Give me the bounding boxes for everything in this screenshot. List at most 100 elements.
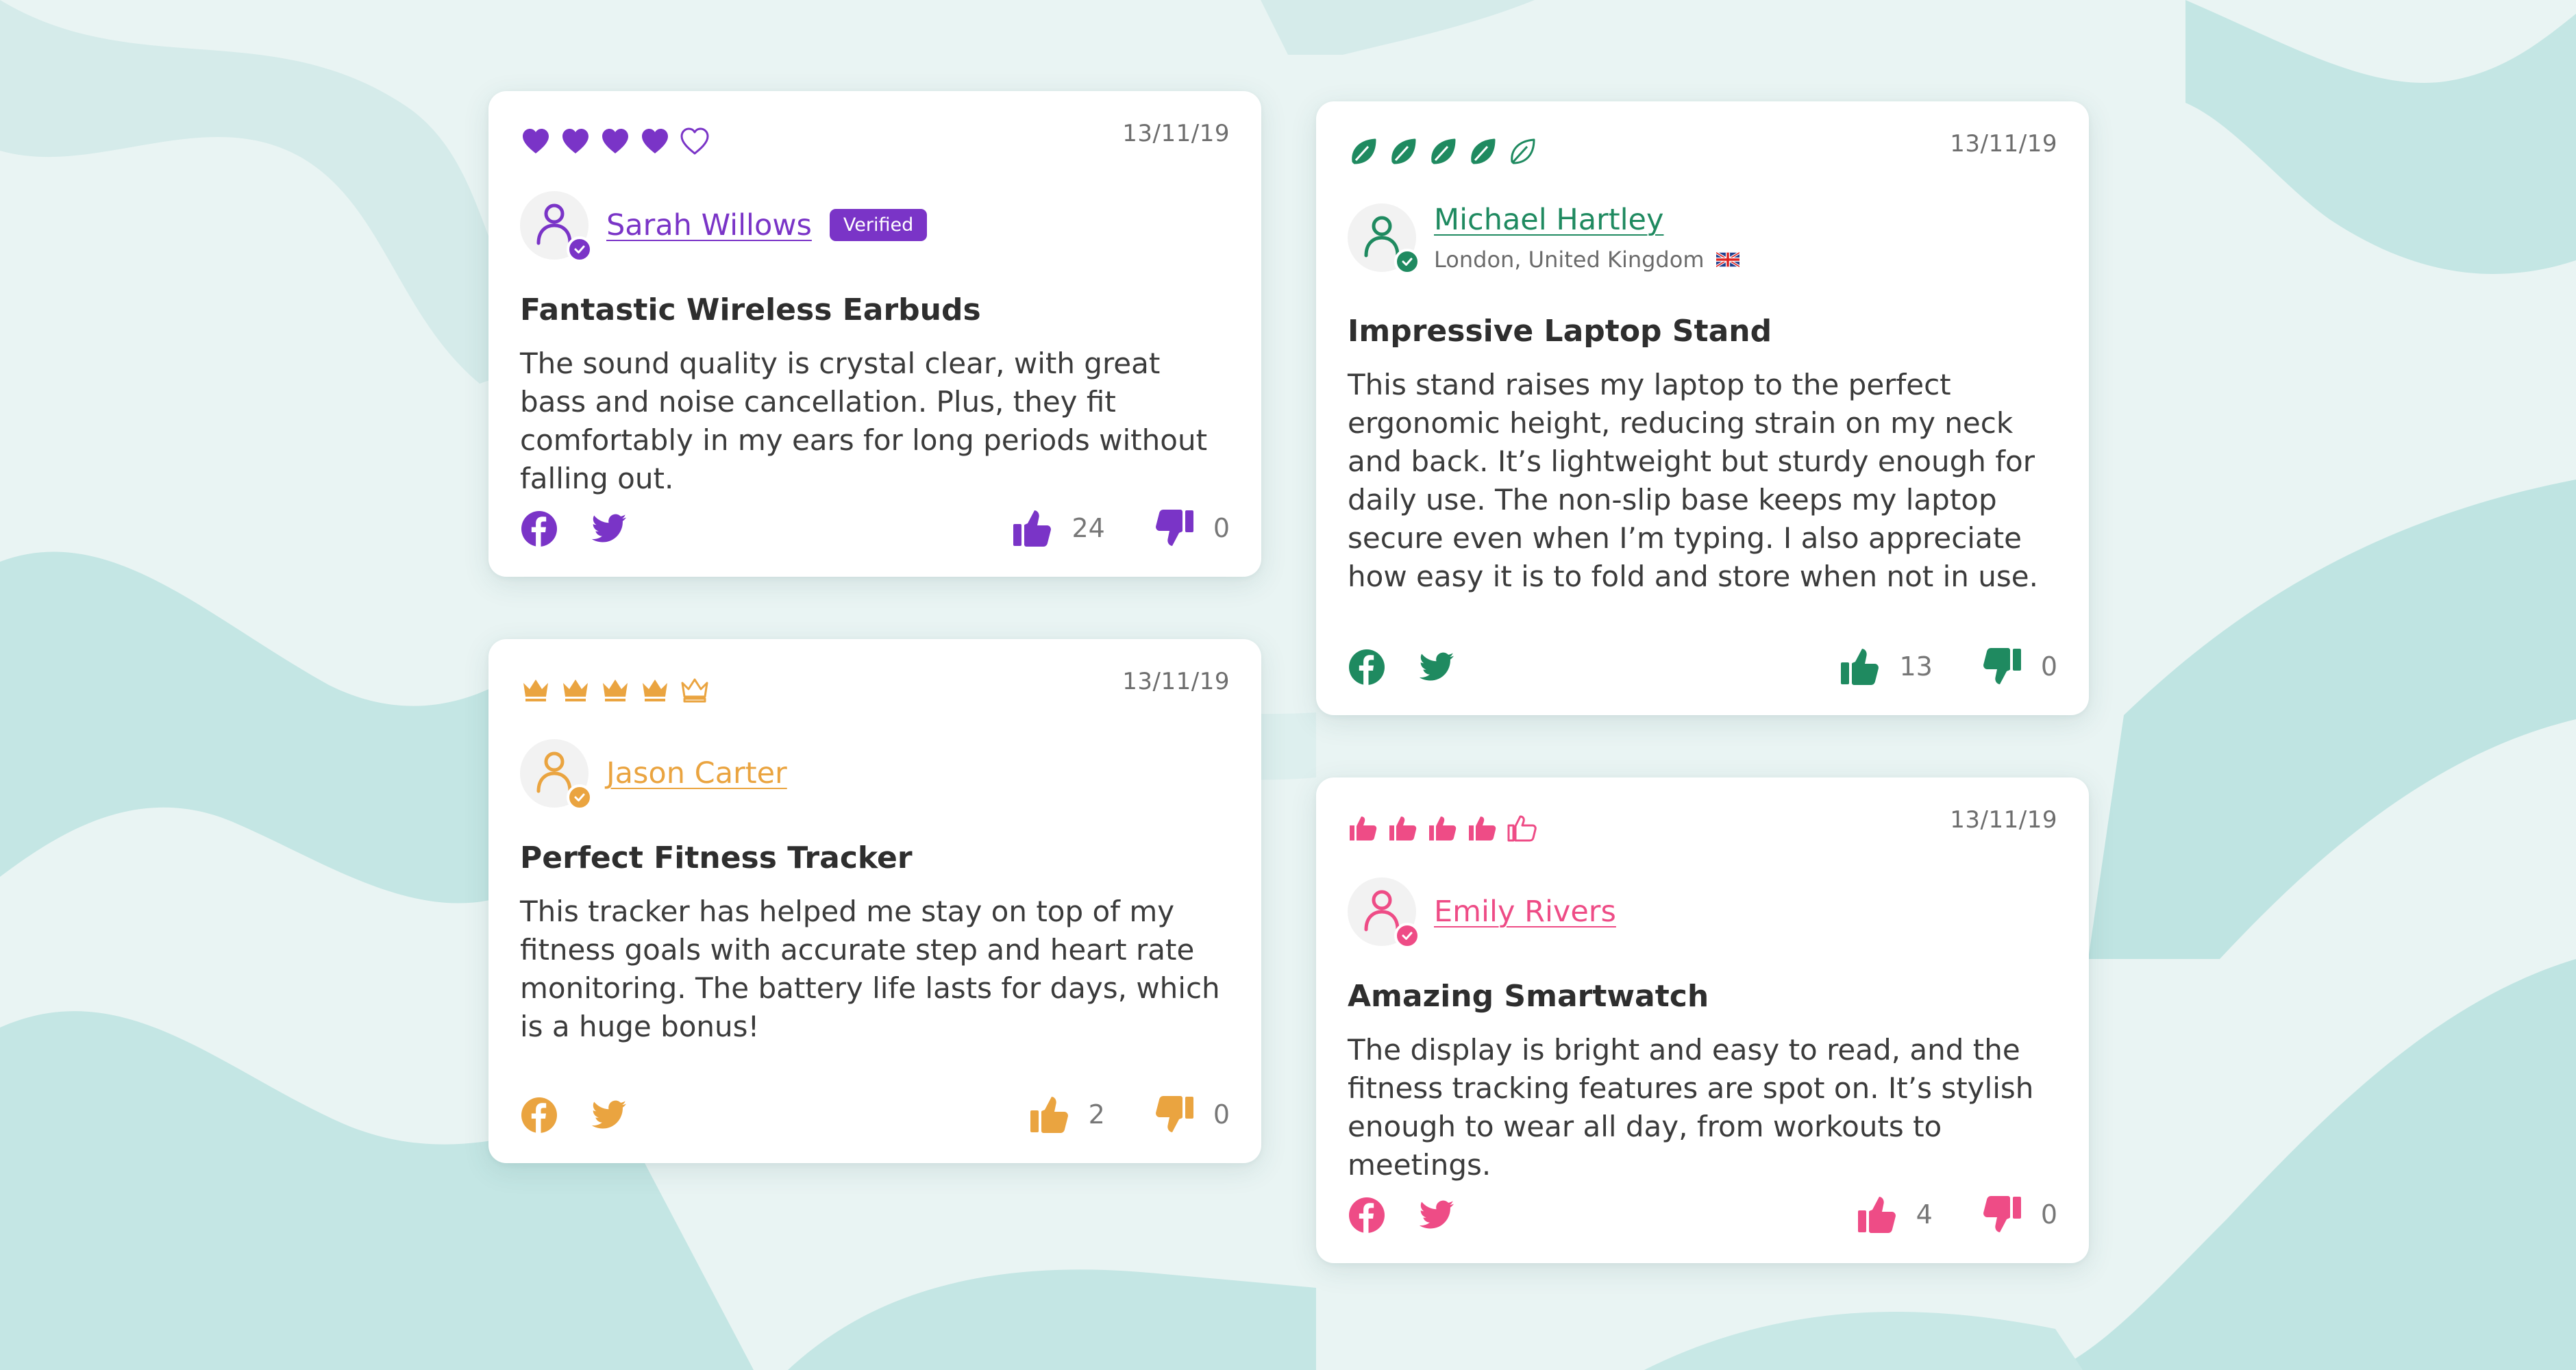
avatar bbox=[1348, 877, 1420, 949]
vote-controls: 13 0 bbox=[1839, 645, 2057, 688]
heart-icon bbox=[562, 129, 589, 153]
review-date: 13/11/19 bbox=[1950, 130, 2057, 158]
rating-leaves bbox=[1348, 129, 1538, 174]
crown-icon bbox=[643, 680, 667, 701]
review-date: 13/11/19 bbox=[1950, 806, 2057, 834]
twitter-icon[interactable] bbox=[1417, 648, 1456, 686]
thumbs-up-icon bbox=[1857, 1197, 1896, 1233]
facebook-icon[interactable] bbox=[520, 1096, 558, 1134]
crown-icon bbox=[563, 680, 588, 701]
facebook-icon[interactable] bbox=[1348, 648, 1386, 686]
upvote-count: 24 bbox=[1072, 513, 1105, 543]
review-body: This stand raises my laptop to the perfe… bbox=[1348, 368, 2038, 593]
thumbs-up-icon bbox=[1350, 817, 1377, 840]
thumbs-up-icon bbox=[1469, 817, 1496, 840]
share-links bbox=[1348, 648, 1456, 686]
review-body: The sound quality is crystal clear, with… bbox=[520, 347, 1208, 495]
facebook-icon[interactable] bbox=[520, 510, 558, 548]
share-links bbox=[520, 510, 628, 548]
verified-check-icon bbox=[567, 236, 593, 262]
downvote-button[interactable]: 0 bbox=[1981, 645, 2057, 688]
downvote-count: 0 bbox=[1213, 513, 1230, 543]
location-text: London, United Kingdom bbox=[1434, 247, 1705, 273]
review-body: This tracker has helped me stay on top o… bbox=[520, 895, 1220, 1043]
heart-icon bbox=[523, 129, 549, 153]
twitter-icon[interactable] bbox=[590, 510, 628, 548]
user-icon bbox=[1364, 216, 1400, 258]
review-card: 13/11/19 Emily Rivers Amazing Smartwatch… bbox=[1316, 777, 2089, 1263]
thumbs-up-icon bbox=[1030, 1097, 1068, 1133]
thumbs-up-icon bbox=[1389, 817, 1417, 840]
crown-icon bbox=[681, 678, 708, 703]
thumbs-down-icon bbox=[1983, 1196, 2021, 1232]
author-name-link[interactable]: Sarah Willows bbox=[606, 208, 812, 242]
author-row: Jason Carter bbox=[520, 739, 787, 810]
heart-icon bbox=[642, 129, 668, 153]
upvote-count: 4 bbox=[1916, 1199, 1933, 1230]
review-card: 13/11/19 Sarah Willows Verified Fantastic… bbox=[488, 91, 1261, 577]
verified-check-icon bbox=[567, 784, 593, 810]
review-body: The display is bright and easy to read, … bbox=[1348, 1033, 2034, 1182]
review-title: Perfect Fitness Tracker bbox=[520, 840, 913, 875]
vote-controls: 24 0 bbox=[1011, 507, 1230, 549]
vote-controls: 2 0 bbox=[1028, 1093, 1230, 1136]
leaf-icon bbox=[1391, 138, 1416, 164]
author-name-link[interactable]: Emily Rivers bbox=[1434, 895, 1616, 929]
author-row: Emily Rivers bbox=[1348, 877, 1616, 949]
author-location: London, United Kingdom bbox=[1434, 247, 1740, 273]
thumbs-up-icon bbox=[1507, 815, 1537, 842]
share-links bbox=[1348, 1196, 1456, 1234]
review-date: 13/11/19 bbox=[1122, 120, 1230, 147]
crown-icon bbox=[603, 680, 628, 701]
downvote-count: 0 bbox=[1213, 1099, 1230, 1130]
downvote-button[interactable]: 0 bbox=[1153, 1093, 1230, 1136]
review-title: Fantastic Wireless Earbuds bbox=[520, 292, 981, 327]
rating-crowns bbox=[520, 667, 710, 712]
thumbs-up-icon bbox=[1013, 510, 1052, 547]
user-icon bbox=[536, 751, 572, 793]
heart-icon bbox=[680, 127, 709, 155]
share-links bbox=[520, 1096, 628, 1134]
upvote-button[interactable]: 2 bbox=[1028, 1093, 1153, 1136]
user-icon bbox=[536, 203, 572, 245]
downvote-count: 0 bbox=[2040, 1199, 2057, 1230]
leaf-icon bbox=[1511, 138, 1535, 164]
verified-check-icon bbox=[1394, 923, 1420, 949]
heart-icon bbox=[602, 129, 628, 153]
leaf-icon bbox=[1431, 138, 1456, 164]
thumbs-down-icon bbox=[1983, 648, 2021, 684]
thumbs-up-icon bbox=[1841, 649, 1879, 685]
upvote-button[interactable]: 24 bbox=[1011, 507, 1152, 549]
review-title: Impressive Laptop Stand bbox=[1348, 314, 1772, 349]
review-date: 13/11/19 bbox=[1122, 668, 1230, 695]
author-name-link[interactable]: Michael Hartley bbox=[1434, 203, 1663, 237]
uk-flag-icon bbox=[1716, 252, 1740, 267]
author-row: Michael Hartley London, United Kingdom bbox=[1348, 203, 1740, 275]
review-card: 13/11/19 Jason Carter Perfect Fitness Tr… bbox=[488, 639, 1261, 1163]
review-card: 13/11/19 Michael Hartley London, United … bbox=[1316, 101, 2089, 715]
downvote-button[interactable]: 0 bbox=[1981, 1193, 2057, 1236]
twitter-icon[interactable] bbox=[1417, 1196, 1456, 1234]
facebook-icon[interactable] bbox=[1348, 1196, 1386, 1234]
thumbs-down-icon bbox=[1155, 510, 1193, 546]
rating-hearts bbox=[520, 119, 710, 164]
author-name-link[interactable]: Jason Carter bbox=[606, 756, 787, 790]
vote-controls: 4 0 bbox=[1856, 1193, 2057, 1236]
leaf-icon bbox=[1352, 138, 1376, 164]
downvote-button[interactable]: 0 bbox=[1153, 507, 1230, 549]
upvote-button[interactable]: 13 bbox=[1839, 645, 1980, 688]
twitter-icon[interactable] bbox=[590, 1096, 628, 1134]
wavy-background bbox=[0, 0, 2576, 1370]
leaf-icon bbox=[1471, 138, 1496, 164]
verified-check-icon bbox=[1394, 249, 1420, 275]
author-row: Sarah Willows Verified bbox=[520, 191, 928, 262]
avatar bbox=[520, 739, 593, 810]
rating-thumbs bbox=[1348, 805, 1538, 850]
review-title: Amazing Smartwatch bbox=[1348, 979, 1709, 1014]
downvote-count: 0 bbox=[2040, 651, 2057, 682]
crown-icon bbox=[523, 680, 548, 701]
thumbs-down-icon bbox=[1155, 1096, 1193, 1132]
verified-badge: Verified bbox=[829, 209, 928, 241]
upvote-button[interactable]: 4 bbox=[1856, 1193, 1981, 1236]
upvote-count: 13 bbox=[1899, 651, 1933, 682]
